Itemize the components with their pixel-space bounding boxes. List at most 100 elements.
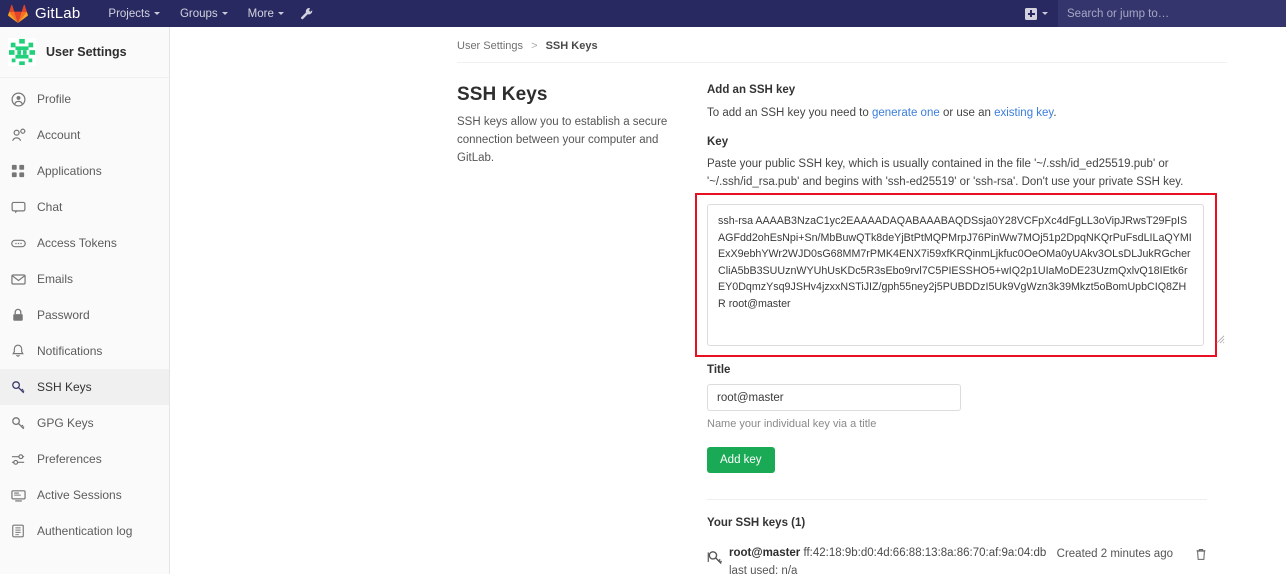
nav-item-groups[interactable]: Groups xyxy=(170,4,238,24)
add-ssh-key-panel: Add an SSH key To add an SSH key you nee… xyxy=(695,84,1227,581)
user-circle-icon xyxy=(10,92,26,107)
log-book-icon xyxy=(10,524,26,538)
sidebar-item-chat-label: Chat xyxy=(37,200,63,214)
key-icon xyxy=(707,545,729,571)
sidebar-item-notifications-label: Notifications xyxy=(37,344,103,358)
sidebar-item-preferences-label: Preferences xyxy=(37,452,102,466)
key-field-label: Key xyxy=(707,135,729,148)
generate-one-link[interactable]: generate one xyxy=(872,107,940,119)
monitor-icon xyxy=(10,488,26,503)
title-input[interactable]: root@master xyxy=(707,384,961,412)
key-fingerprint: ff:42:18:9b:d0:4d:66:88:13:8a:86:70:af:9… xyxy=(803,547,1047,560)
existing-key-link[interactable]: existing key xyxy=(994,107,1053,119)
sidebar-item-emails[interactable]: Emails xyxy=(0,261,169,297)
add-key-heading: Add an SSH key xyxy=(707,84,796,96)
sidebar-item-account-label: Account xyxy=(37,128,81,142)
add-key-intro-post: . xyxy=(1053,107,1057,119)
add-key-intro-pre: To add an SSH key you need to xyxy=(707,107,872,119)
bell-icon xyxy=(10,344,26,358)
sidebar-header: User Settings xyxy=(0,27,169,78)
key-icon xyxy=(10,380,26,395)
chevron-down-icon xyxy=(277,12,284,15)
nav-item-more[interactable]: More xyxy=(238,4,294,24)
page-description: SSH keys allow you to establish a secure… xyxy=(457,116,668,164)
sidebar-item-access-tokens[interactable]: Access Tokens xyxy=(0,225,169,261)
token-pill-icon xyxy=(10,236,26,251)
sidebar-item-emails-label: Emails xyxy=(37,272,74,286)
sidebar-item-profile-label: Profile xyxy=(37,92,72,106)
navbar-right: Search or jump to… xyxy=(1015,0,1286,27)
keys-section-divider xyxy=(707,499,1207,501)
envelope-icon xyxy=(10,272,26,287)
breadcrumb-separator: > xyxy=(531,40,538,52)
applications-grid-icon xyxy=(10,164,26,178)
your-ssh-keys-heading: Your SSH keys (1) xyxy=(707,517,806,530)
breadcrumb-parent[interactable]: User Settings xyxy=(457,40,523,52)
title-field-hint: Name your individual key via a title xyxy=(707,418,877,431)
chevron-down-icon xyxy=(153,12,160,15)
chat-bubble-icon xyxy=(10,200,26,215)
sidebar-item-gpg-keys-label: GPG Keys xyxy=(37,416,94,430)
sidebar-item-applications[interactable]: Applications xyxy=(0,153,169,189)
sidebar-item-active-sessions[interactable]: Active Sessions xyxy=(0,477,169,513)
key-created-at: Created 2 minutes ago xyxy=(1056,548,1173,561)
key-field-help: Paste your public SSH key, which is usua… xyxy=(707,157,1184,188)
new-item-dropdown[interactable] xyxy=(1015,0,1058,27)
nav-item-projects[interactable]: Projects xyxy=(98,4,170,24)
sidebar-item-notifications[interactable]: Notifications xyxy=(0,333,169,369)
sidebar-item-active-sessions-label: Active Sessions xyxy=(37,488,122,502)
add-key-intro: To add an SSH key you need to generate o… xyxy=(707,105,1227,123)
key-title: root@master xyxy=(729,547,801,560)
sidebar-item-gpg-keys[interactable]: GPG Keys xyxy=(0,405,169,441)
sidebar-item-password[interactable]: Password xyxy=(0,297,169,333)
account-gear-icon xyxy=(10,128,26,143)
sidebar-item-preferences[interactable]: Preferences xyxy=(0,441,169,477)
sidebar-item-password-label: Password xyxy=(37,308,90,322)
add-key-intro-mid: or use an xyxy=(939,107,995,119)
sidebar-item-chat[interactable]: Chat xyxy=(0,189,169,225)
sidebar-title: User Settings xyxy=(46,45,127,59)
brand-name: GitLab xyxy=(35,5,81,22)
breadcrumb-current: SSH Keys xyxy=(545,40,598,52)
sliders-icon xyxy=(10,452,26,467)
lock-icon xyxy=(10,308,26,322)
sidebar-item-access-tokens-label: Access Tokens xyxy=(37,236,117,250)
gitlab-home-link[interactable]: GitLab xyxy=(0,4,80,23)
nav-item-more-label: More xyxy=(247,7,274,20)
main-content: User Settings > SSH Keys SSH Keys SSH ke… xyxy=(170,27,1286,581)
search-input[interactable]: Search or jump to… xyxy=(1058,0,1286,27)
primary-nav: Projects Groups More xyxy=(98,4,313,24)
gitlab-tanuki-icon xyxy=(8,4,28,23)
page-title: SSH Keys xyxy=(457,84,548,105)
ssh-key-textarea[interactable]: ssh-rsa AAAAB3NzaC1yc2EAAAADAQABAAABAQDS… xyxy=(707,204,1204,347)
top-navbar: GitLab Projects Groups More Search or ju… xyxy=(0,0,1286,27)
title-field-label: Title xyxy=(707,364,731,377)
chevron-down-icon xyxy=(221,12,228,15)
sidebar-item-authentication-log-label: Authentication log xyxy=(37,524,133,538)
delete-key-button[interactable] xyxy=(1173,545,1207,566)
sidebar-item-account[interactable]: Account xyxy=(0,117,169,153)
sidebar-item-ssh-keys-label: SSH Keys xyxy=(37,380,92,394)
add-key-button[interactable]: Add key xyxy=(707,447,775,474)
settings-sidebar: User Settings Profile Account Applicatio… xyxy=(0,27,170,574)
user-identicon-avatar xyxy=(8,38,36,66)
table-row: root@master ff:42:18:9b:d0:4d:66:88:13:8… xyxy=(707,545,1207,581)
resize-grip-icon[interactable] xyxy=(1214,333,1225,344)
key-field-group: ssh-rsa AAAAB3NzaC1yc2EAAAADAQABAAABAQDS… xyxy=(695,193,1227,358)
sidebar-menu: Profile Account Applications Chat Access xyxy=(0,78,169,549)
sidebar-item-profile[interactable]: Profile xyxy=(0,81,169,117)
sidebar-item-authentication-log[interactable]: Authentication log xyxy=(0,513,169,549)
plus-square-icon xyxy=(1025,7,1037,20)
nav-item-groups-label: Groups xyxy=(179,7,218,20)
nav-item-projects-label: Projects xyxy=(108,7,150,20)
trash-icon xyxy=(1196,549,1206,561)
chevron-down-icon xyxy=(1042,12,1048,15)
breadcrumb: User Settings > SSH Keys xyxy=(170,27,1286,62)
page-intro: SSH Keys SSH keys allow you to establish… xyxy=(457,84,707,581)
key-last-used: last used: n/a xyxy=(729,565,798,578)
key-details: root@master ff:42:18:9b:d0:4d:66:88:13:8… xyxy=(729,545,1057,581)
admin-wrench-button[interactable] xyxy=(300,7,314,21)
sidebar-item-applications-label: Applications xyxy=(37,164,102,178)
sidebar-item-ssh-keys[interactable]: SSH Keys xyxy=(0,369,169,405)
key-icon xyxy=(10,416,26,431)
